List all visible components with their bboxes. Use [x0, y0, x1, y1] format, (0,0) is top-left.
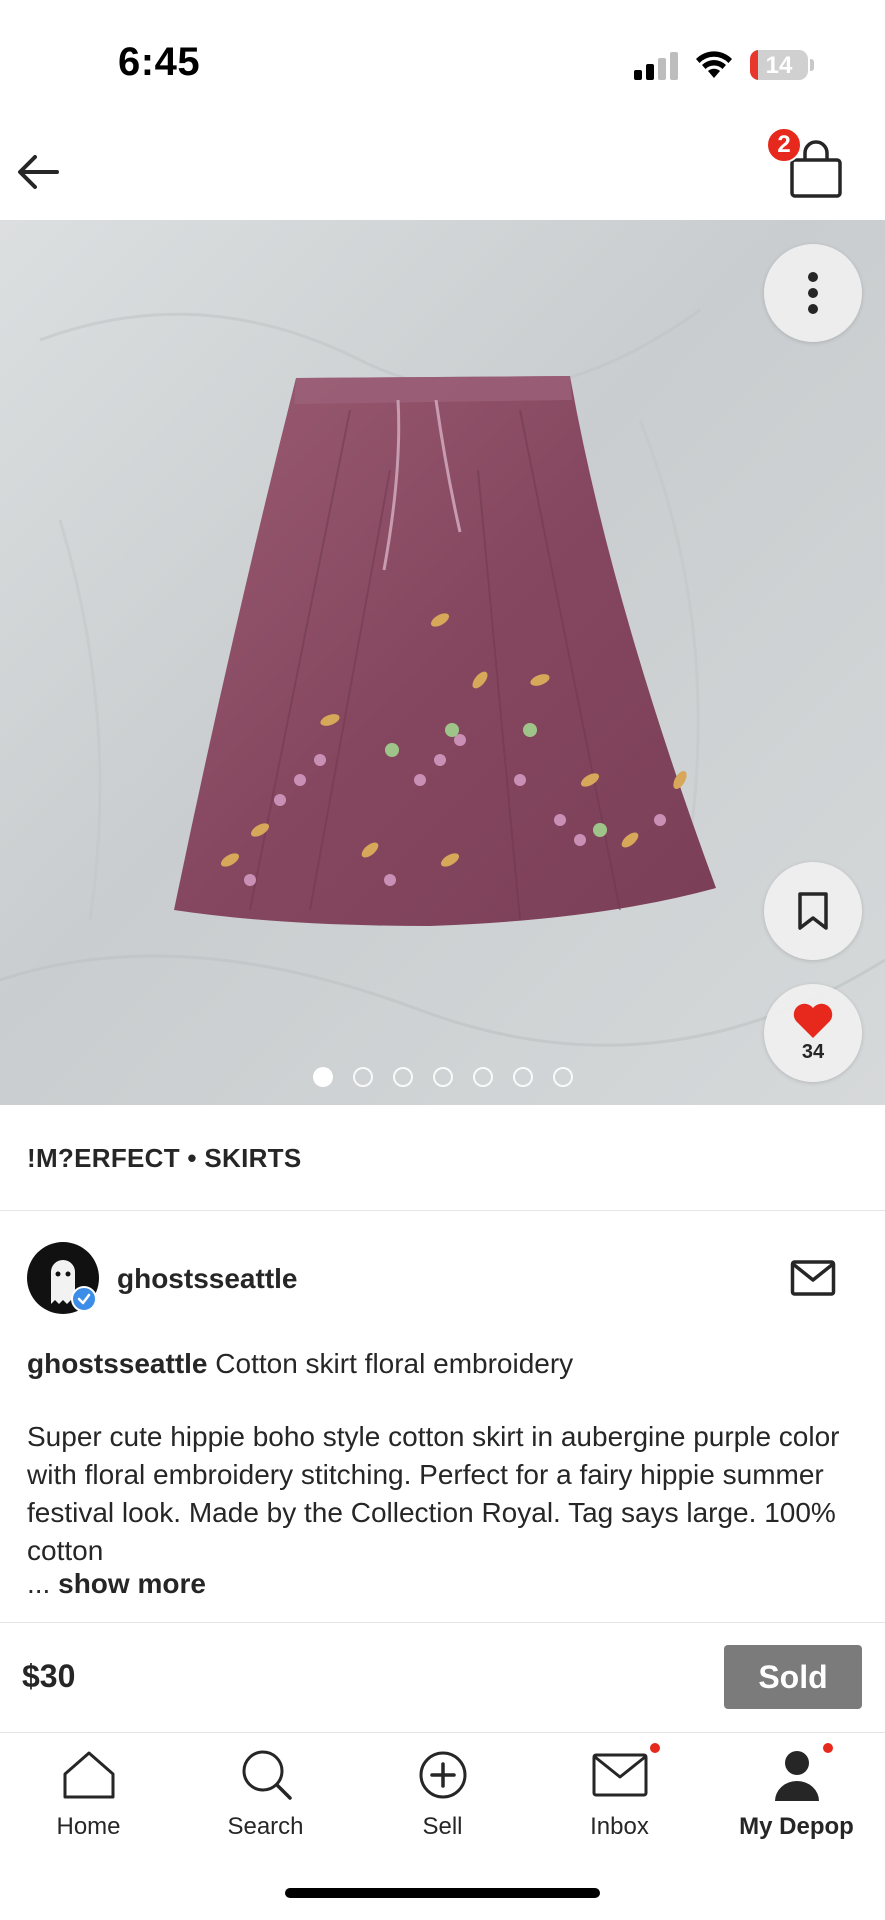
pagination-dot[interactable]: [552, 1067, 573, 1087]
image-pagination: [0, 1067, 885, 1087]
tab-label: Search: [227, 1813, 304, 1840]
heart-icon: [793, 1003, 833, 1038]
seller-username[interactable]: ghostsseattle: [117, 1263, 298, 1295]
search-icon: [242, 1750, 292, 1800]
show-more-label[interactable]: show more: [58, 1568, 206, 1599]
inbox-icon-wrap: [592, 1741, 662, 1803]
listing-title: ghostsseattle Cotton skirt floral embroi…: [27, 1346, 857, 1382]
tab-sell[interactable]: Sell: [354, 1733, 531, 1863]
tab-bar: Home Search Sell Inbox My Depop: [0, 1733, 885, 1863]
envelope-icon: [592, 1753, 647, 1797]
like-count: 34: [801, 1040, 825, 1063]
user-icon-wrap: [769, 1741, 835, 1803]
battery-level: 14: [765, 52, 793, 79]
status-bar: 6:45 14: [0, 0, 885, 120]
title-text: Cotton skirt floral embroidery: [207, 1348, 574, 1379]
message-seller-button[interactable]: [790, 1258, 836, 1298]
arrow-left-icon: [18, 155, 59, 189]
product-image[interactable]: 34: [0, 220, 885, 1105]
profile-notification-dot: [820, 1741, 835, 1755]
title-username[interactable]: ghostsseattle: [27, 1348, 208, 1379]
brand-category-link[interactable]: !M?ERFECT • SKIRTS: [27, 1143, 302, 1174]
show-more-prefix: ...: [27, 1568, 59, 1599]
wifi-icon: [696, 51, 732, 78]
tab-search[interactable]: Search: [177, 1733, 354, 1863]
divider: [0, 1622, 885, 1623]
battery-cap: [810, 59, 814, 71]
inbox-notification-dot: [647, 1741, 662, 1755]
skirt-photo: [0, 308, 885, 1047]
price: $30: [22, 1658, 76, 1694]
plus-circle-icon: [419, 1751, 466, 1799]
status-time: 6:45: [118, 40, 201, 84]
back-button[interactable]: [12, 146, 64, 198]
tab-label: Inbox: [590, 1813, 649, 1840]
listing-description: Super cute hippie boho style cotton skir…: [27, 1421, 840, 1566]
home-indicator: [285, 1888, 600, 1898]
signal-icon: [634, 52, 680, 80]
show-more-link[interactable]: ... show more: [27, 1568, 206, 1600]
pagination-dot[interactable]: [352, 1067, 373, 1087]
pagination-dot[interactable]: [512, 1067, 533, 1087]
tab-inbox[interactable]: Inbox: [531, 1733, 708, 1863]
tab-my-depop[interactable]: My Depop: [708, 1733, 885, 1863]
more-vertical-icon: [808, 272, 818, 314]
pagination-dot[interactable]: [472, 1067, 493, 1087]
sold-button[interactable]: Sold: [724, 1645, 862, 1709]
pagination-dot[interactable]: [432, 1067, 453, 1087]
more-options-button[interactable]: [764, 244, 862, 342]
bookmark-icon: [798, 892, 828, 930]
verified-badge-icon: [71, 1286, 97, 1312]
tab-label: Home: [56, 1813, 121, 1840]
home-icon: [63, 1751, 114, 1799]
user-icon: [774, 1751, 819, 1801]
divider: [0, 1210, 885, 1211]
tab-label: Sell: [422, 1813, 463, 1840]
pagination-dot[interactable]: [392, 1067, 413, 1087]
save-button[interactable]: [764, 862, 862, 960]
pagination-dot[interactable]: [312, 1067, 333, 1087]
bag-count-badge: 2: [766, 127, 802, 163]
battery-icon: 14: [750, 50, 808, 80]
envelope-icon: [790, 1260, 836, 1296]
tab-home[interactable]: Home: [0, 1733, 177, 1863]
tab-label: My Depop: [739, 1813, 854, 1840]
